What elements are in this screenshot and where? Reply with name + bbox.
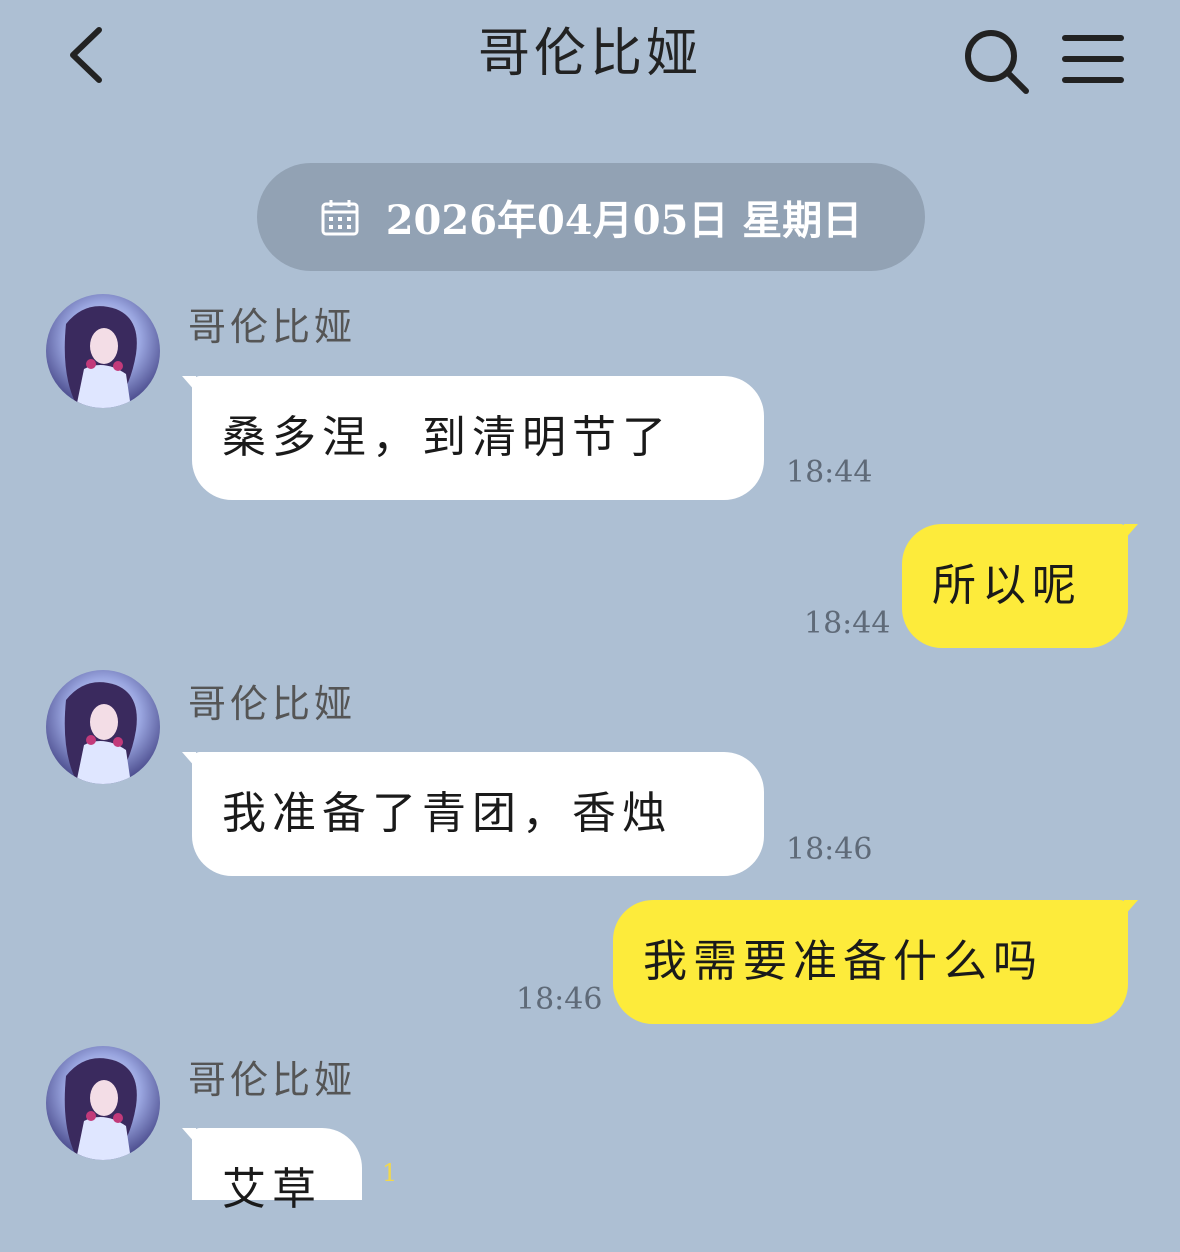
menu-icon [1062, 35, 1124, 83]
message-time: 18:46 [786, 832, 873, 867]
contact-avatar[interactable] [46, 670, 160, 784]
message-time: 18:44 [786, 455, 873, 490]
message-bubble-incoming[interactable]: 桑多涅，到清明节了 [182, 376, 764, 500]
chat-header: 哥伦比娅 [0, 0, 1180, 120]
message-time: 18:44 [804, 606, 891, 641]
date-text: 2026年04月05日 星期日 [385, 197, 863, 244]
sender-name: 哥伦比娅 [188, 305, 357, 349]
message-bubble-incoming[interactable]: 我准备了青团，香烛 [182, 752, 764, 876]
message-time: 18:46 [516, 982, 603, 1017]
message-bubble-outgoing[interactable]: 所以呢 [902, 524, 1138, 648]
sender-name: 哥伦比娅 [188, 682, 357, 726]
sender-name: 哥伦比娅 [188, 1058, 357, 1102]
contact-avatar[interactable] [46, 294, 160, 408]
search-button[interactable] [958, 22, 1034, 98]
calendar-icon [321, 200, 359, 236]
unread-badge: 1 [382, 1159, 398, 1187]
contact-avatar[interactable] [46, 1046, 160, 1160]
avatar-image [46, 294, 160, 408]
menu-button[interactable] [1055, 22, 1131, 98]
avatar-image [46, 670, 160, 784]
message-bubble-outgoing[interactable]: 我需要准备什么吗 [613, 900, 1138, 1024]
search-icon [965, 30, 1029, 94]
message-bubble-incoming[interactable]: 艾草 [182, 1128, 362, 1215]
avatar-image [46, 1046, 160, 1160]
date-divider: 2026年04月05日 星期日 [257, 163, 925, 271]
